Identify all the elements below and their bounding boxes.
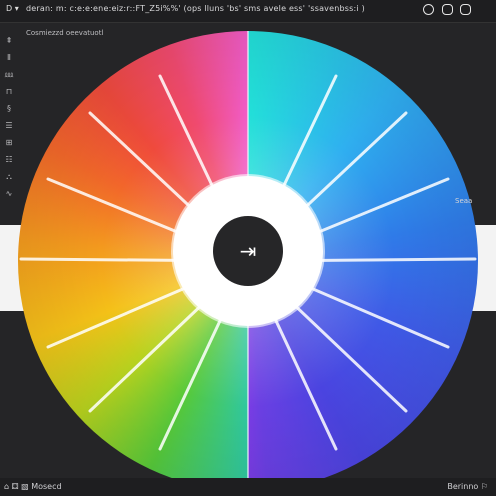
status-right[interactable]: Berinno ⚐ [447, 482, 488, 491]
close-icon[interactable] [460, 4, 471, 15]
status-left[interactable]: ⌂ ⚃ ▧ Mosecd [4, 482, 62, 491]
tool-7-icon[interactable]: ⊞ [3, 138, 15, 148]
tool-9-icon[interactable]: ⛬ [3, 172, 15, 182]
tool-5-icon[interactable]: § [3, 104, 15, 114]
tool-10-icon[interactable]: ∿ [3, 189, 15, 199]
minimize-icon[interactable] [442, 4, 453, 15]
record-icon[interactable] [423, 4, 434, 15]
arrow-right-icon[interactable]: ⇥ [213, 216, 283, 286]
title-bar: D ▾ deran: m: c:e:e:ene:eiz:r::FT_Z5i%%'… [0, 0, 496, 23]
status-bar: ⌂ ⚃ ▧ Mosecd Berinno ⚐ [0, 478, 496, 496]
tool-2-icon[interactable]: Ⅱ [3, 53, 15, 63]
tool-1-icon[interactable]: ⇞ [3, 36, 15, 46]
window-title: deran: m: c:e:e:ene:eiz:r::FT_Z5i%%' (op… [26, 4, 365, 13]
tool-4-icon[interactable]: ⊓ [3, 87, 15, 97]
right-tool-label[interactable]: Seaa [455, 197, 472, 205]
app-menu[interactable]: D ▾ [6, 4, 19, 13]
tool-6-icon[interactable]: ☰ [3, 121, 15, 131]
tool-3-icon[interactable]: ⅏ [3, 70, 15, 80]
tool-8-icon[interactable]: ☷ [3, 155, 15, 165]
wheel-hub: ⇥ [173, 176, 323, 326]
left-toolbar: ⇞ Ⅱ ⅏ ⊓ § ☰ ⊞ ☷ ⛬ ∿ [2, 36, 18, 206]
color-wheel[interactable]: ⇥ [18, 31, 478, 491]
